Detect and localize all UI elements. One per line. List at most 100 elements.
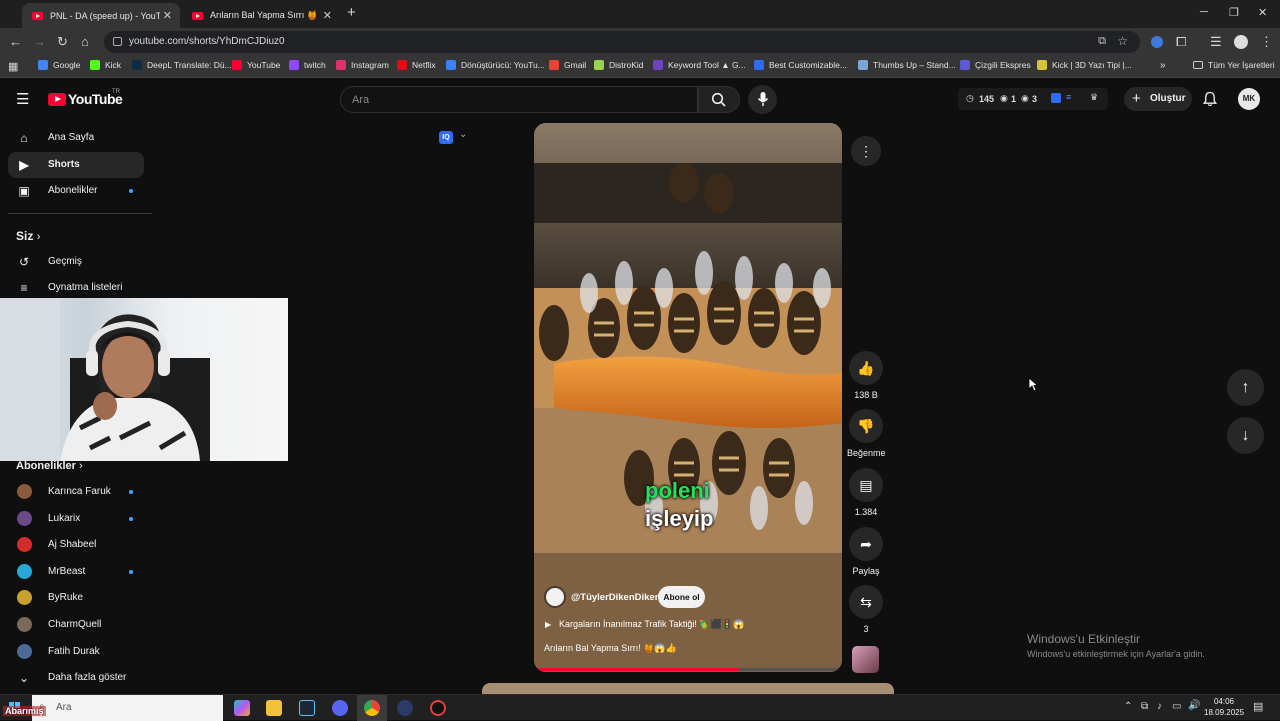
chrome-icon[interactable]	[364, 700, 380, 716]
copilot-icon[interactable]	[234, 700, 250, 716]
comment-icon[interactable]: ▤	[849, 468, 883, 502]
install-app-icon[interactable]: ⧉	[1098, 35, 1106, 48]
show-more-button[interactable]: ⌄ Daha fazla göster	[8, 665, 144, 691]
previous-short-button[interactable]: ↑	[1227, 369, 1264, 406]
back-icon[interactable]: ←	[9, 34, 22, 50]
ext-list-icon[interactable]: ≡	[1066, 92, 1071, 102]
tray-app-icon[interactable]: ⧉	[1141, 701, 1148, 712]
sidebar-channel-item[interactable]: Fatih Durak	[8, 639, 144, 665]
ext-trophy-icon[interactable]: ♛	[1090, 92, 1098, 103]
sidebar-channel-item[interactable]: ByRuke	[8, 585, 144, 611]
suggested-short-link[interactable]: Kargaların İnanılmaz Trafik Taktiği! 🦜⬛🚦…	[559, 619, 744, 630]
forward-icon[interactable]: →	[33, 34, 46, 50]
sidebar-item-subscriptions[interactable]: ▣ Abonelikler	[8, 178, 144, 204]
reload-icon[interactable]: ↻	[57, 34, 68, 50]
bookmark-item[interactable]: Çizgili Ekspres	[960, 60, 1031, 70]
notifications-bell-icon[interactable]	[1203, 91, 1217, 107]
bookmark-item[interactable]: Netflix	[397, 60, 436, 70]
bookmark-item[interactable]: Thumbs Up – Stand...	[858, 60, 956, 70]
taskbar-search-box[interactable]: ⌕ Ara	[32, 695, 223, 721]
tab-close-icon[interactable]: ✕	[163, 9, 172, 22]
sidebar-channel-item[interactable]: MrBeast	[8, 559, 144, 585]
share-icon[interactable]: ➦	[849, 527, 883, 561]
hamburger-menu-icon[interactable]: ☰	[16, 90, 29, 108]
network-icon[interactable]: ▭	[1172, 701, 1181, 712]
remix-action[interactable]: ⇆ 3	[847, 585, 885, 634]
thumbs-up-icon[interactable]: 👍	[849, 351, 883, 385]
remix-icon[interactable]: ⇆	[849, 585, 883, 619]
sidebar-channel-item[interactable]: Aj Shabeel	[8, 532, 144, 558]
minimize-icon[interactable]: ─	[1200, 6, 1208, 18]
site-info-icon[interactable]	[113, 37, 122, 46]
bookmarks-overflow-icon[interactable]: »	[1160, 60, 1166, 71]
notifications-icon[interactable]: ▤	[1253, 700, 1263, 713]
close-window-icon[interactable]: ✕	[1258, 6, 1267, 19]
subscribe-button[interactable]: Abone ol	[658, 586, 705, 608]
bookmark-item[interactable]: Google	[38, 60, 80, 70]
profile-icon[interactable]	[1234, 35, 1248, 49]
recording-app-icon[interactable]	[430, 700, 446, 716]
new-tab-icon[interactable]: +	[347, 4, 356, 21]
voice-search-button[interactable]	[748, 85, 777, 114]
all-bookmarks[interactable]: Tüm Yer İşaretleri	[1193, 60, 1275, 70]
sidebar-item-history[interactable]: ↺ Geçmiş	[8, 249, 144, 275]
more-options-icon[interactable]: ⋮	[851, 136, 881, 166]
bookmark-item[interactable]: twitch	[289, 60, 326, 70]
subscriptions-section-heading[interactable]: Abonelikler ›	[16, 460, 83, 472]
dislike-action[interactable]: 👎 Beğenme	[847, 409, 886, 458]
search-button[interactable]	[698, 86, 740, 113]
browser-tab-pnl[interactable]: PNL - DA (speed up) - YouTube ✕	[22, 3, 180, 28]
bookmark-item[interactable]: DistroKid	[594, 60, 643, 70]
file-explorer-icon[interactable]	[266, 700, 282, 716]
address-bar[interactable]: youtube.com/shorts/YhDmCJDiuz0 ⧉ ☆	[104, 31, 1140, 53]
search-input[interactable]: Ara	[340, 86, 698, 113]
bookmark-item[interactable]: Kick	[90, 60, 121, 70]
next-short-button[interactable]: ↓	[1227, 417, 1264, 454]
discord-icon[interactable]	[332, 700, 348, 716]
home-button-icon[interactable]: ⌂	[81, 34, 89, 50]
sound-thumbnail[interactable]	[852, 646, 879, 673]
steam-icon[interactable]	[299, 700, 315, 716]
bookmark-item[interactable]: DeepL Translate: Dü...	[132, 60, 232, 70]
channel-handle[interactable]: @TüylerDikenDiken	[571, 592, 661, 603]
bookmark-star-icon[interactable]: ☆	[1117, 34, 1128, 48]
taskbar-clock[interactable]: 04:06	[1206, 697, 1242, 706]
bookmark-item[interactable]: Instagram	[336, 60, 389, 70]
thumbs-down-icon[interactable]: 👎	[849, 409, 883, 443]
bookmark-item[interactable]: Gmail	[549, 60, 586, 70]
bookmark-item[interactable]: Best Customizable...	[754, 60, 847, 70]
account-avatar[interactable]: MK	[1238, 88, 1260, 110]
comments-action[interactable]: ▤ 1.384	[847, 468, 885, 517]
bookmark-item[interactable]: Dönüştürücü: YouTu...	[446, 60, 545, 70]
sidebar-channel-item[interactable]: Karınca Faruk	[8, 479, 144, 505]
browser-tab-bees[interactable]: Arıların Bal Yapma Sırrı 🍯 (🔊 ✕	[182, 3, 340, 28]
sidebar-channel-item[interactable]: Lukarix	[8, 506, 144, 532]
bookmark-item[interactable]: Keyword Tool ▲ G...	[653, 60, 746, 70]
create-button[interactable]: + Oluştur	[1124, 87, 1192, 111]
chrome-menu-icon[interactable]: ⋮	[1260, 34, 1273, 50]
extension-stats-pill[interactable]: ◷ 145 ◉ 1 ◉ 3 ≡ ♛	[958, 88, 1108, 110]
sidebar-item-home[interactable]: ⌂ Ana Sayfa	[8, 125, 144, 151]
restore-icon[interactable]: ❐	[1229, 6, 1239, 19]
ext-badge-icon[interactable]	[1051, 93, 1061, 103]
taskbar-date[interactable]: 18.09.2025	[1204, 708, 1244, 717]
video-progress-track[interactable]	[534, 668, 842, 671]
microphone-tray-icon[interactable]: ♪	[1157, 701, 1162, 712]
extension-icon[interactable]	[1151, 36, 1163, 48]
tab-close-icon[interactable]: ✕	[323, 9, 332, 22]
obs-icon[interactable]	[397, 700, 413, 716]
sidebar-channel-item[interactable]: CharmQuell	[8, 612, 144, 638]
apps-grid-icon[interactable]: ▦	[8, 59, 18, 75]
volume-icon[interactable]: 🔊	[1188, 700, 1200, 711]
bookmark-item[interactable]: Kick | 3D Yazı Tipi |...	[1037, 60, 1132, 70]
shorts-video-player[interactable]: poleni işleyip @TüylerDikenDiken Abone o…	[534, 123, 842, 672]
you-section-heading[interactable]: Siz ›	[16, 229, 40, 243]
channel-avatar[interactable]	[544, 586, 566, 608]
like-action[interactable]: 👍 138 B	[847, 351, 885, 400]
quality-extension-menu[interactable]: IQ ⌄	[437, 129, 469, 147]
extensions-puzzle-icon[interactable]: ⧠	[1176, 34, 1186, 50]
next-short-preview[interactable]	[482, 683, 894, 694]
share-action[interactable]: ➦ Paylaş	[847, 527, 885, 576]
reading-list-icon[interactable]: ☰	[1210, 34, 1222, 50]
youtube-logo-icon[interactable]	[48, 93, 66, 106]
